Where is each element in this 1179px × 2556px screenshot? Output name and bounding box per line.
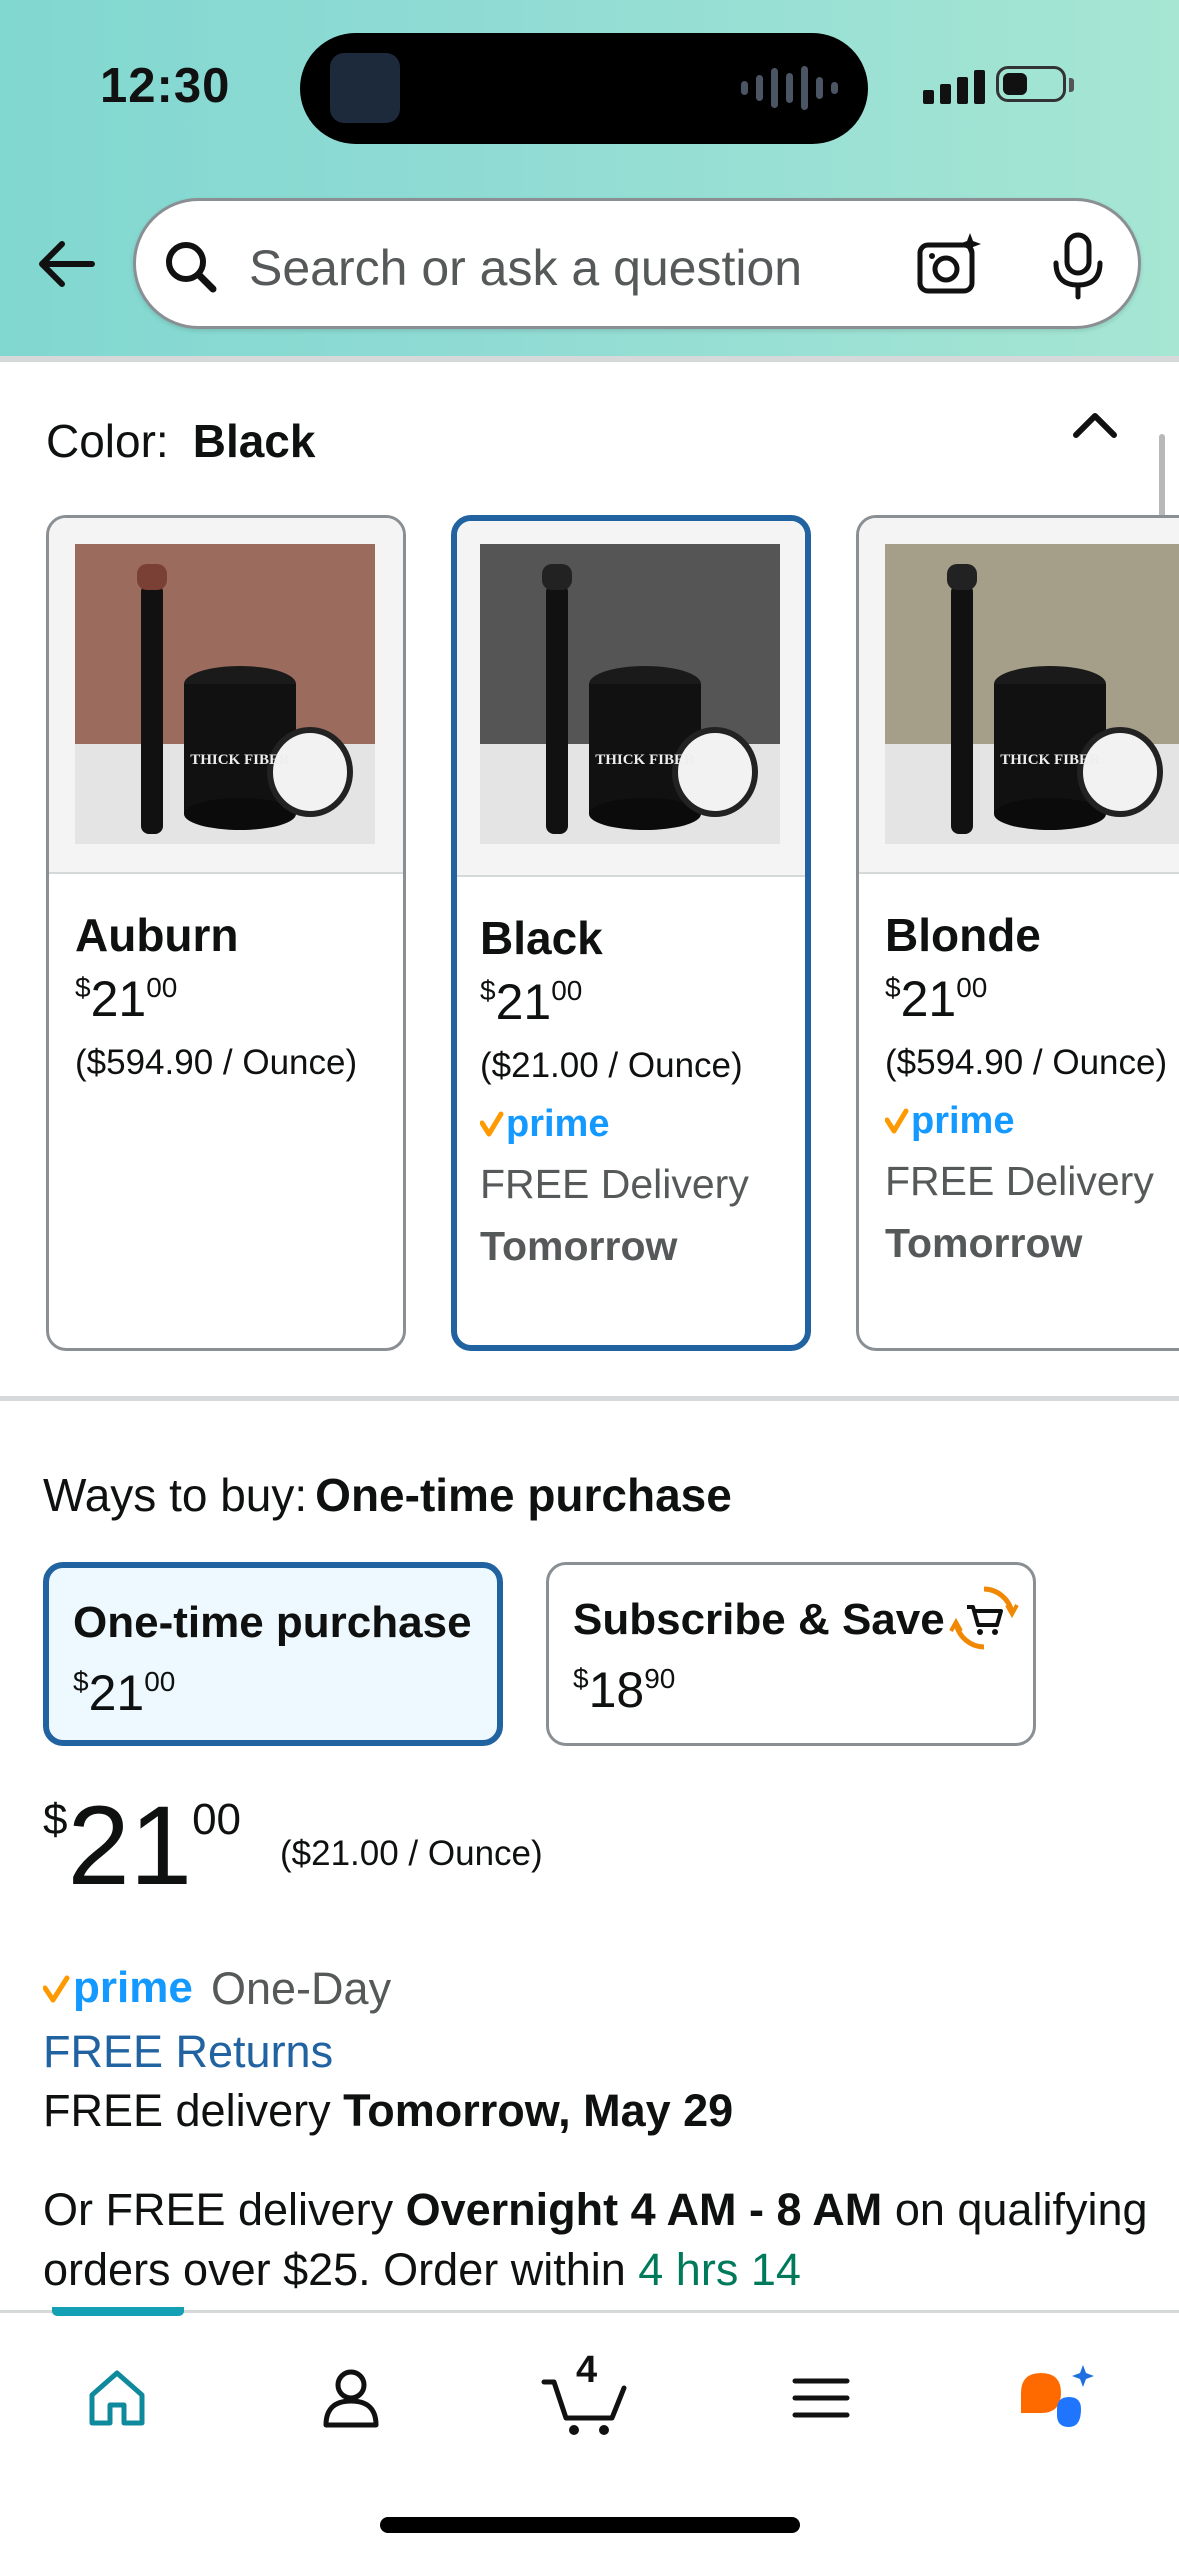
- variant-delivery-label: FREE Delivery: [480, 1161, 749, 1207]
- option-title: One-time purchase: [73, 1598, 472, 1647]
- svg-text:THICK FIBER: THICK FIBER: [190, 752, 290, 768]
- color-variant-black[interactable]: THICK FIBER Black $2100 ($21.00 / Ounce) pri…: [451, 515, 811, 1351]
- svg-text:prime: prime: [506, 1103, 609, 1145]
- variant-image-area: THICK FIBER: [49, 518, 403, 874]
- account-icon: [323, 2369, 379, 2428]
- variant-price: $2100: [885, 971, 988, 1027]
- header: 12:30 Search or ask a question: [0, 0, 1179, 356]
- status-time: 12:30: [100, 59, 231, 113]
- menu-icon: [792, 2378, 850, 2418]
- cart-count-badge: 4: [576, 2349, 598, 2391]
- prime-badge: prime: [479, 1103, 630, 1147]
- dynamic-island: [300, 33, 868, 144]
- color-variant-auburn[interactable]: THICK FIBER Auburn $2100 ($594.90 / Ounce): [46, 515, 406, 1351]
- subscribe-save-option[interactable]: Subscribe & Save $1890: [546, 1562, 1036, 1746]
- option-title: Subscribe & Save: [573, 1595, 945, 1644]
- signal-icon: [923, 70, 985, 104]
- option-price: $1890: [573, 1662, 676, 1718]
- variant-image-area: THICK FIBER: [457, 521, 805, 877]
- price-display: $2100: [43, 1783, 242, 1908]
- variant-price: $2100: [75, 971, 178, 1027]
- option-price: $2100: [73, 1665, 176, 1721]
- variant-image-area: THICK FIBER: [859, 518, 1179, 874]
- svg-text:THICK FIBER: THICK FIBER: [595, 752, 695, 768]
- home-icon: [89, 2370, 145, 2426]
- subscribe-cart-icon: [949, 1586, 1019, 1650]
- prime-logo-icon: prime: [884, 1100, 1014, 1142]
- countdown-timer: 4 hrs 14: [638, 2244, 801, 2295]
- variant-unit-price: ($21.00 / Ounce): [480, 1046, 743, 1085]
- color-variant-blonde[interactable]: THICK FIBER Blonde $2100 ($594.90 / Ounce) p…: [856, 515, 1179, 1351]
- svg-text:prime: prime: [911, 1100, 1014, 1142]
- free-delivery-text: FREE delivery Tomorrow, May 29: [43, 2085, 734, 2136]
- audio-wave-icon: [741, 65, 838, 111]
- app-thumbnail-icon: [330, 53, 400, 123]
- nav-account[interactable]: [306, 2353, 396, 2443]
- ways-to-buy-label: Ways to buy: One-time purchase: [43, 1469, 732, 1521]
- nav-menu[interactable]: [776, 2353, 866, 2443]
- nav-rufus[interactable]: [1012, 2353, 1102, 2443]
- nav-cart[interactable]: 4: [540, 2349, 630, 2443]
- unit-price: ($21.00 / Ounce): [280, 1834, 543, 1873]
- ways-to-buy-selected: One-time purchase: [315, 1469, 732, 1521]
- prime-logo-icon: prime: [43, 1964, 193, 2012]
- variant-name: Black: [480, 912, 603, 964]
- one-time-purchase-option[interactable]: One-time purchase $2100: [43, 1562, 503, 1746]
- variant-delivery-label: FREE Delivery: [885, 1158, 1154, 1204]
- prime-badge: prime One-Day: [43, 1963, 392, 2014]
- variant-unit-price: ($594.90 / Ounce): [885, 1043, 1168, 1082]
- variant-delivery-day: Tomorrow: [480, 1223, 678, 1269]
- microphone-icon[interactable]: [1048, 231, 1108, 301]
- product-image: THICK FIBER: [480, 544, 780, 844]
- section-divider: [0, 1396, 1179, 1401]
- camera-search-icon[interactable]: [914, 229, 986, 301]
- nav-home[interactable]: [72, 2353, 162, 2443]
- one-day-label: One-Day: [211, 1963, 392, 2014]
- svg-text:THICK FIBER: THICK FIBER: [1000, 752, 1100, 768]
- collapse-caret-icon[interactable]: [1070, 405, 1120, 445]
- search-placeholder: Search or ask a question: [249, 240, 803, 296]
- prime-logo-icon: prime: [479, 1103, 609, 1145]
- svg-text:prime: prime: [73, 1964, 193, 2012]
- variant-unit-price: ($594.90 / Ounce): [75, 1043, 358, 1082]
- color-label: Color: Black: [46, 415, 316, 467]
- active-tab-indicator: [52, 2307, 184, 2316]
- free-returns-link[interactable]: FREE Returns: [43, 2026, 333, 2078]
- back-arrow-icon[interactable]: [34, 232, 98, 296]
- overnight-delivery-text: Or FREE delivery Overnight 4 AM - 8 AM o…: [43, 2184, 1148, 2295]
- section-divider: [0, 356, 1179, 374]
- search-icon: [166, 242, 217, 293]
- variant-name: Auburn: [75, 909, 239, 961]
- selected-color: Black: [192, 415, 316, 467]
- search-input[interactable]: Search or ask a question: [133, 198, 1141, 329]
- home-indicator: [380, 2517, 800, 2533]
- variant-price: $2100: [480, 974, 583, 1030]
- product-image: THICK FIBER: [75, 544, 375, 844]
- prime-badge: prime: [884, 1100, 1035, 1144]
- battery-icon: [996, 66, 1066, 102]
- variant-delivery-day: Tomorrow: [885, 1220, 1083, 1266]
- product-image: THICK FIBER: [885, 544, 1179, 844]
- variant-name: Blonde: [885, 909, 1041, 961]
- bottom-navigation: 4: [0, 2307, 1179, 2556]
- rufus-assistant-icon: [1021, 2365, 1094, 2427]
